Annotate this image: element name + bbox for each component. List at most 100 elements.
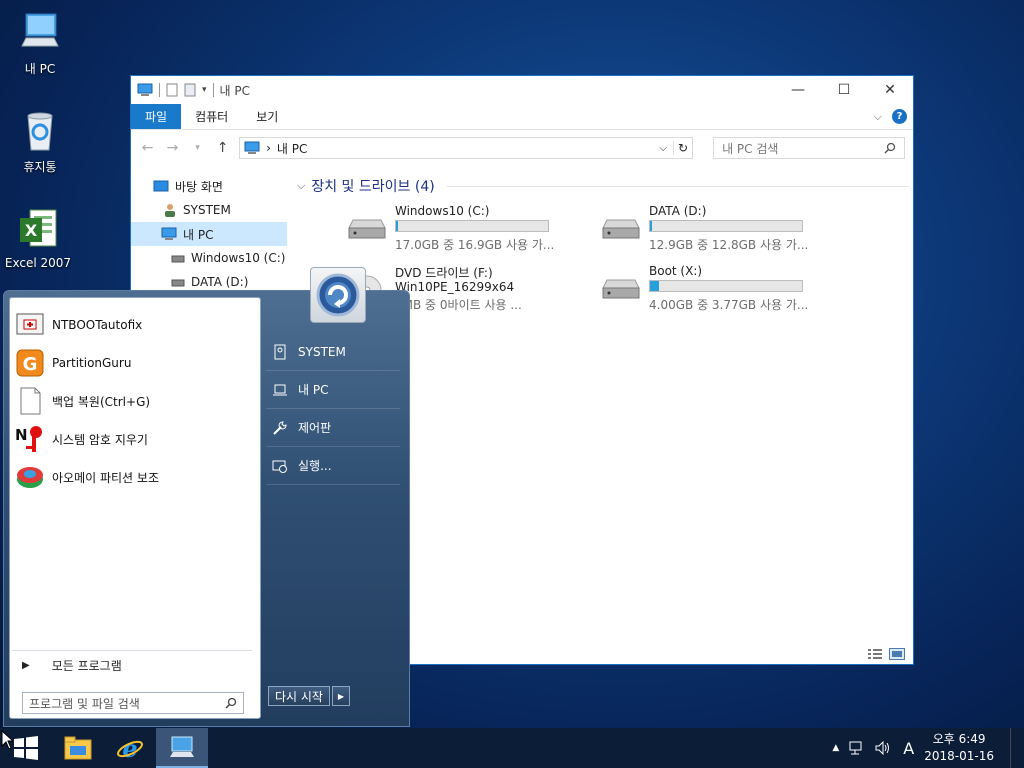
start-link-label: SYSTEM — [298, 344, 346, 359]
system-tray: ▲ A 오후 6:49 2018-01-16 — [832, 728, 1024, 768]
forward-arrow-icon[interactable]: → — [164, 140, 181, 156]
taskbar-internet-explorer[interactable]: e — [104, 728, 156, 768]
drive-tile-x[interactable]: Boot (X:) 4.00GB 중 3.77GB 사용 가... — [599, 264, 819, 316]
tab-view[interactable]: 보기 — [242, 104, 292, 129]
hard-drive-icon — [602, 219, 640, 239]
folder-icon — [64, 736, 92, 760]
new-folder-icon[interactable] — [184, 83, 196, 97]
breadcrumb-chevron-icon[interactable]: › — [266, 141, 271, 155]
desktop-icon-recycle-bin[interactable]: 휴지통 — [2, 108, 78, 175]
user-picture[interactable] — [310, 267, 366, 323]
svg-text:X: X — [25, 221, 38, 240]
program-partitionguru[interactable]: G PartitionGuru — [10, 344, 260, 382]
program-backup-restore[interactable]: 백업 복원(Ctrl+G) — [10, 382, 260, 420]
computer-icon — [137, 83, 153, 96]
user-icon — [165, 204, 175, 217]
tab-file[interactable]: 파일 — [131, 104, 182, 129]
address-bar[interactable]: › 내 PC ⌵ ↻ — [239, 137, 694, 159]
start-link-run[interactable]: 실행... — [266, 447, 400, 485]
nav-item-label: DATA (D:) — [191, 275, 249, 289]
search-input[interactable]: 내 PC 검색 — [713, 137, 905, 159]
title-bar: ▾ 내 PC — ☐ ✕ — [131, 76, 913, 104]
nav-item-desktop[interactable]: 바탕 화면 — [131, 174, 287, 198]
drive-icon — [171, 255, 185, 263]
svg-text:e: e — [122, 734, 137, 762]
start-link-label: 내 PC — [298, 383, 329, 397]
drive-tile-d[interactable]: DATA (D:) 12.9GB 중 12.8GB 사용 가... — [599, 204, 819, 256]
taskbar-my-pc[interactable] — [156, 728, 208, 768]
user-folder-icon — [274, 344, 286, 359]
svg-text:G: G — [23, 354, 38, 375]
network-icon[interactable] — [849, 741, 865, 755]
desktop-icon-excel[interactable]: X Excel 2007 — [0, 206, 76, 270]
properties-icon[interactable] — [166, 83, 178, 97]
start-link-label: 실행... — [298, 459, 332, 473]
nav-item-system[interactable]: SYSTEM — [131, 198, 287, 222]
program-clear-system-password[interactable]: N 시스템 암호 지우기 — [10, 420, 260, 458]
user-avatar-icon — [316, 273, 360, 317]
start-search-placeholder: 프로그램 및 파일 검색 — [29, 696, 140, 711]
breadcrumb[interactable]: 내 PC — [277, 140, 654, 157]
program-label: PartitionGuru — [52, 356, 132, 370]
start-link-my-pc[interactable]: 내 PC — [266, 371, 400, 409]
internet-explorer-icon: e — [117, 734, 143, 762]
view-switcher — [867, 648, 905, 660]
drive-volume-label: Win10PE_16299x64 — [395, 280, 515, 294]
start-menu-links-pane: SYSTEM 내 PC 제어판 실행... — [266, 333, 400, 485]
all-programs-label: 모든 프로그램 — [51, 659, 122, 673]
start-search-input[interactable]: 프로그램 및 파일 검색 — [22, 692, 244, 714]
large-icons-view-icon[interactable] — [889, 648, 905, 660]
nav-item-label: 내 PC — [183, 227, 214, 242]
drive-usage-fill — [650, 281, 660, 291]
up-arrow-icon[interactable]: ↑ — [214, 140, 231, 156]
quick-access-dropdown-icon[interactable]: ▾ — [202, 85, 207, 95]
computer-icon — [21, 13, 59, 47]
volume-icon[interactable] — [875, 741, 893, 755]
search-icon[interactable] — [884, 142, 896, 154]
desktop-icon-label: 휴지통 — [23, 160, 57, 174]
svg-text:N: N — [15, 426, 28, 444]
help-icon[interactable]: ? — [892, 109, 907, 124]
recent-locations-icon[interactable]: ▾ — [189, 143, 206, 153]
show-hidden-icons-icon[interactable]: ▲ — [832, 743, 839, 753]
start-link-system[interactable]: SYSTEM — [266, 333, 400, 371]
minimize-button[interactable]: — — [775, 76, 821, 104]
drive-icon — [171, 279, 185, 287]
wrench-icon — [273, 420, 287, 435]
hard-drive-icon — [348, 219, 386, 239]
taskbar-file-explorer[interactable] — [52, 728, 104, 768]
program-label: NTBOOTautofix — [52, 318, 143, 332]
nav-item-my-pc[interactable]: 내 PC — [131, 222, 287, 246]
nav-item-drive-c[interactable]: Windows10 (C:) — [131, 246, 287, 270]
clock-date: 2018-01-16 — [924, 749, 994, 763]
start-link-control-panel[interactable]: 제어판 — [266, 409, 400, 447]
drive-tile-c[interactable]: Windows10 (C:) 17.0GB 중 16.9GB 사용 가... — [345, 204, 565, 256]
ribbon-expand-icon[interactable]: ⌵ — [874, 110, 882, 124]
close-button[interactable]: ✕ — [867, 76, 913, 104]
tab-computer[interactable]: 컴퓨터 — [181, 104, 242, 129]
program-label: 시스템 암호 지우기 — [52, 432, 148, 447]
details-view-icon[interactable] — [867, 648, 883, 660]
program-aomei-partition-assistant[interactable]: 아오메이 파티션 보조 — [10, 458, 260, 496]
start-link-label: 제어판 — [298, 421, 332, 435]
partitionguru-icon: G — [16, 349, 44, 377]
program-ntbootautofix[interactable]: NTBOOTautofix — [10, 306, 260, 344]
all-programs-button[interactable]: ▶ 모든 프로그램 — [12, 650, 252, 680]
address-dropdown-icon[interactable]: ⌵ — [659, 143, 667, 154]
desktop-icon-my-pc[interactable]: 내 PC — [2, 10, 78, 77]
input-method-indicator[interactable]: A — [903, 739, 914, 758]
clock[interactable]: 오후 6:49 2018-01-16 — [924, 731, 994, 765]
nav-item-label: Windows10 (C:) — [191, 251, 286, 265]
hard-drive-icon — [602, 279, 640, 299]
refresh-icon[interactable]: ↻ — [673, 141, 688, 155]
group-header[interactable]: ⌵ 장치 및 드라이브 (4) — [297, 176, 909, 196]
clock-time: 오후 6:49 — [932, 732, 986, 746]
power-options-arrow-icon[interactable]: ▶ — [331, 686, 350, 706]
search-icon[interactable] — [225, 697, 237, 709]
show-desktop-button[interactable] — [1010, 728, 1016, 768]
maximize-button[interactable]: ☐ — [821, 76, 867, 104]
restart-button[interactable]: 다시 시작 — [268, 686, 330, 706]
chevron-down-icon[interactable]: ⌵ — [297, 179, 305, 193]
computer-icon — [161, 227, 177, 240]
back-arrow-icon[interactable]: ← — [139, 140, 156, 156]
